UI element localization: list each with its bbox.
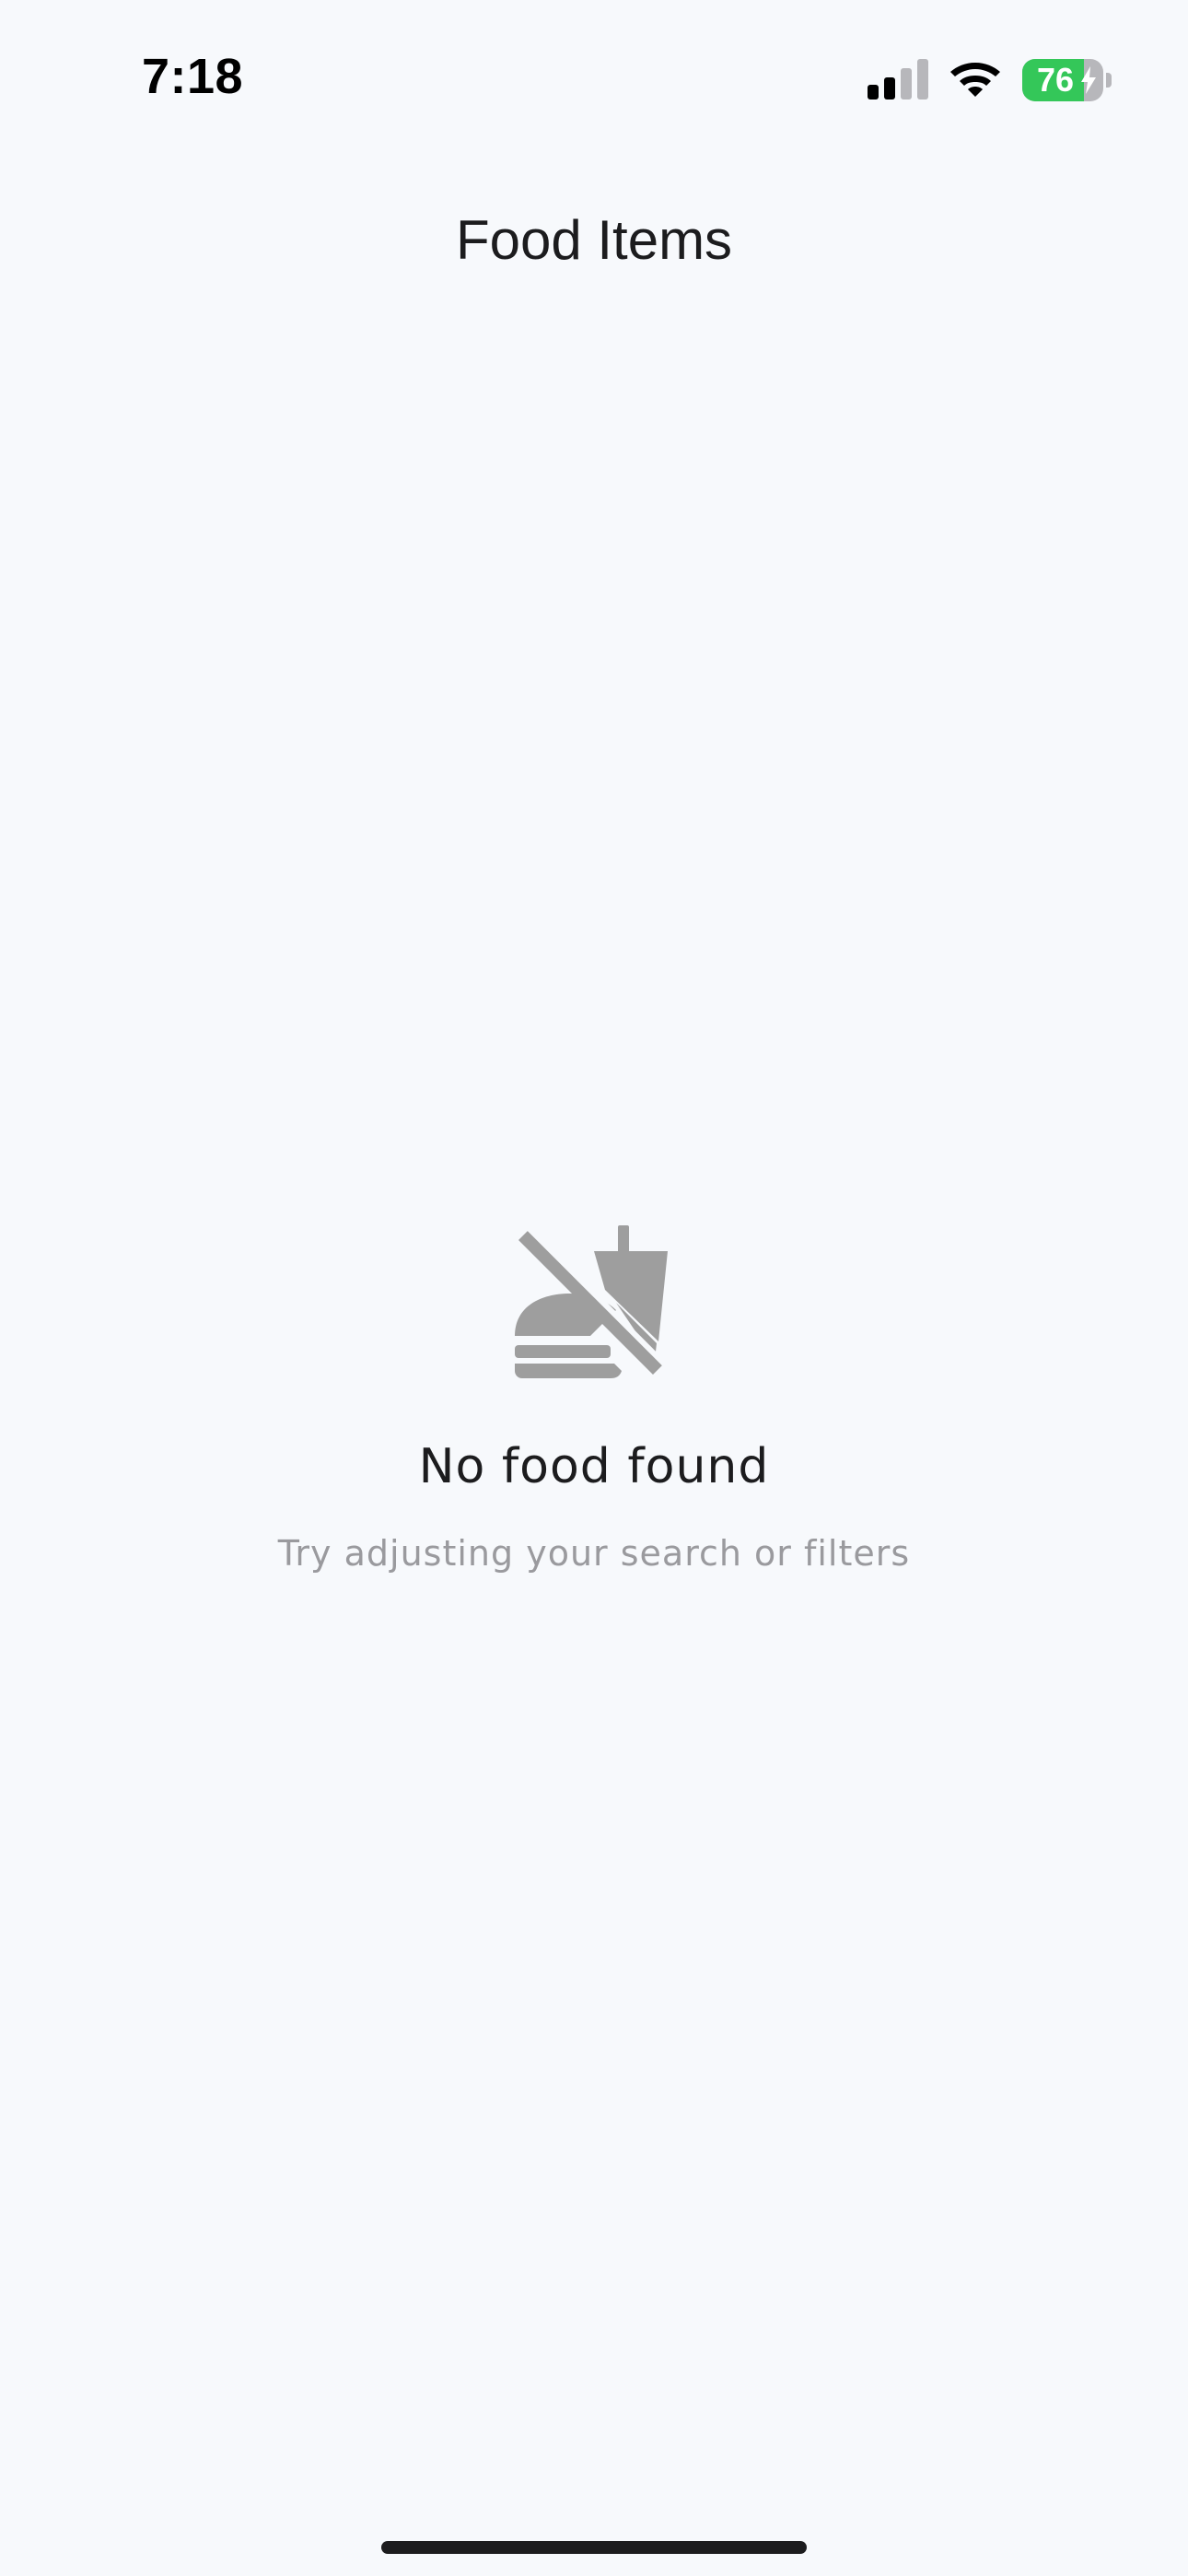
status-time: 7:18 <box>142 49 244 104</box>
empty-state-title: No food found <box>418 1439 770 1494</box>
cellular-signal-icon <box>868 59 928 100</box>
charging-bolt-icon <box>1081 66 1096 94</box>
empty-state: No food found Try adjusting your search … <box>0 1225 1188 1574</box>
battery-indicator: 76 <box>1022 59 1112 101</box>
empty-state-subtitle: Try adjusting your search or filters <box>277 1533 911 1574</box>
wifi-icon <box>950 63 1000 97</box>
no-food-icon <box>515 1225 668 1378</box>
home-indicator[interactable] <box>381 2541 807 2554</box>
status-bar: 7:18 76 <box>0 0 1188 147</box>
page-title: Food Items <box>455 209 733 271</box>
